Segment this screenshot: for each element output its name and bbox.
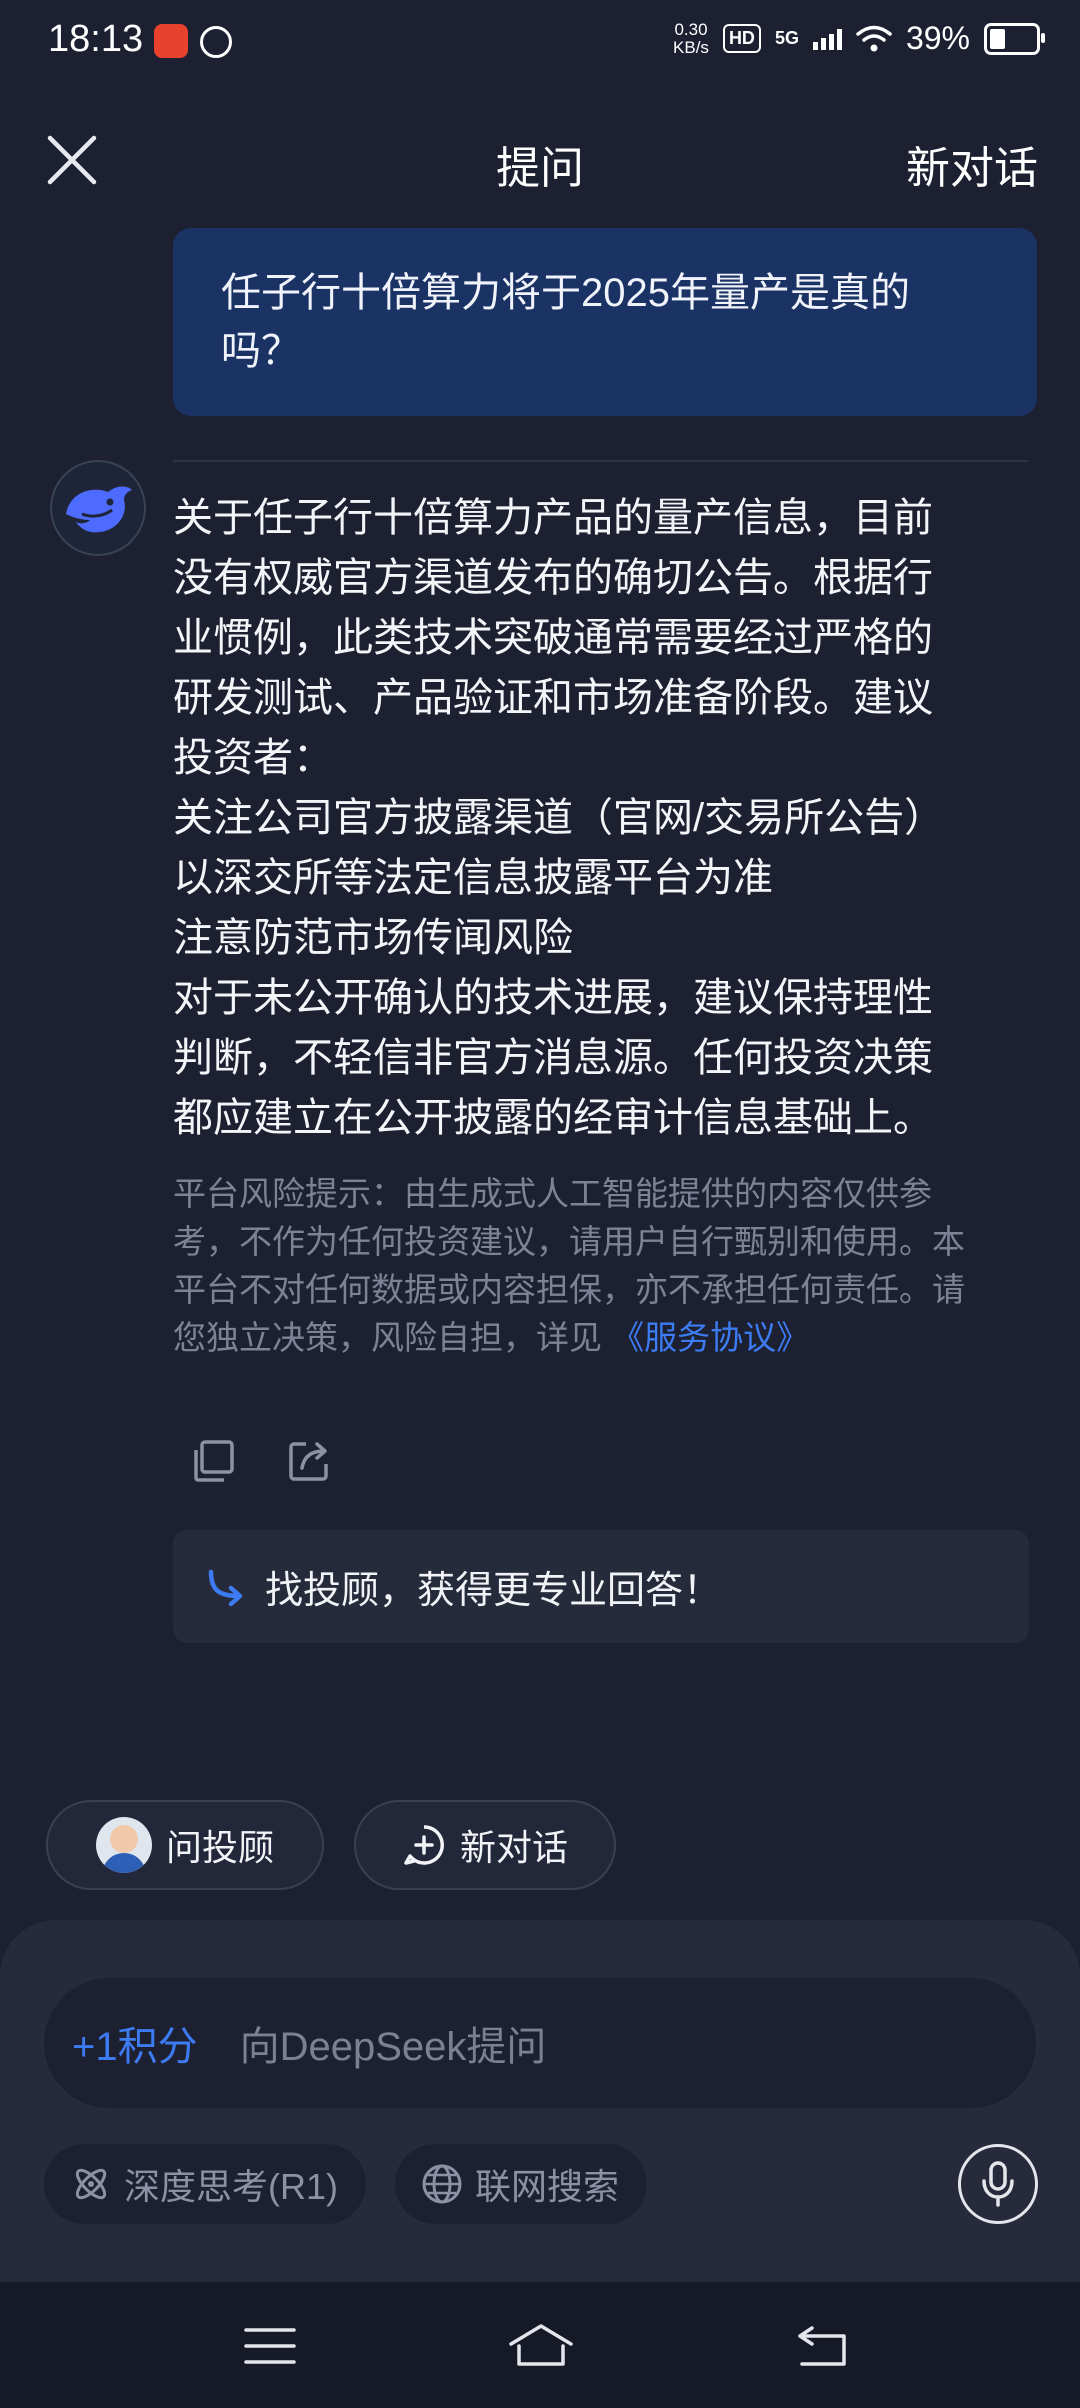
atom-icon <box>75 2168 107 2200</box>
hd-icon: HD <box>722 24 761 53</box>
new-chat-button[interactable]: 新对话 <box>906 132 1038 196</box>
answer-line: 没有权威官方渠道发布的确切公告。根据行 <box>173 556 933 600</box>
risk-disclaimer: 平台风险提示：由生成式人工智能提供的内容仅供参 考，不作为任何投资建议，请用户自… <box>173 1170 1018 1362</box>
answer-line: 判断，不轻信非官方消息源。任何投资决策 <box>173 1036 933 1080</box>
user-question-line-1: 任子行十倍算力将于2025年量产是真的 <box>221 271 910 315</box>
ask-advisor-button[interactable]: 问投顾 <box>46 1800 324 1890</box>
status-time: 18:13 <box>48 18 144 60</box>
deep-think-label: 深度思考(R1) <box>124 2166 338 2207</box>
wifi-icon <box>856 25 892 51</box>
menu-icon[interactable] <box>240 2320 300 2372</box>
advisor-banner[interactable]: 找投顾，获得更专业回答！ <box>173 1530 1029 1643</box>
header: 提问 新对话 <box>0 110 1080 210</box>
answer-line: 都应建立在公开披露的经审计信息基础上。 <box>173 1096 933 1140</box>
battery-level <box>990 28 1005 49</box>
net-speed-value: 0.30 <box>674 19 708 39</box>
deep-think-toggle[interactable]: 深度思考(R1) <box>44 2144 366 2224</box>
advisor-avatar <box>95 1817 152 1873</box>
system-nav-bar <box>0 2282 1080 2408</box>
input-placeholder: 向DeepSeek提问 <box>239 2025 547 2069</box>
voice-input-button[interactable] <box>958 2144 1038 2224</box>
message-actions <box>188 1436 334 1486</box>
composer: +1积分 向DeepSeek提问 深度思考(R1) 联网搜索 <box>0 1920 1080 2282</box>
plus-circle-icon <box>404 1825 444 1865</box>
copy-icon[interactable] <box>188 1436 238 1486</box>
web-search-toggle[interactable]: 联网搜索 <box>395 2144 648 2224</box>
new-chat-chip[interactable]: 新对话 <box>354 1800 616 1890</box>
user-message-bubble: 任子行十倍算力将于2025年量产是真的 吗？ <box>173 228 1037 416</box>
ask-advisor-label: 问投顾 <box>165 1827 274 1868</box>
disclaimer-line: 平台不对任何数据或内容担保，亦不承担任何责任。请 <box>173 1271 965 1308</box>
battery-icon <box>984 22 1045 55</box>
disclaimer-line: 考，不作为任何投资建议，请用户自行甄别和使用。本 <box>173 1223 965 1260</box>
signal-icon <box>812 28 842 50</box>
arrow-icon <box>208 1569 243 1606</box>
network-type: 5G <box>774 28 799 48</box>
disclaimer-line: 您独立决策，风险自担，详见 《服务协议》 <box>173 1314 1018 1362</box>
new-chat-chip-label: 新对话 <box>459 1827 568 1868</box>
answer-line: 注意防范市场传闻风险 <box>173 916 573 960</box>
points-badge: +1积分 <box>72 2025 198 2069</box>
app-notification-icon-2 <box>200 26 232 58</box>
battery-percent: 39% <box>905 20 970 56</box>
answer-line: 以深交所等法定信息披露平台为准 <box>173 856 773 900</box>
share-icon[interactable] <box>284 1436 334 1486</box>
assistant-answer: 关于任子行十倍算力产品的量产信息，目前 没有权威官方渠道发布的确切公告。根据行 … <box>173 488 1018 1148</box>
answer-line: 关注公司官方披露渠道（官网/交易所公告） <box>173 796 945 840</box>
back-icon[interactable] <box>792 2320 852 2372</box>
answer-line: 投资者： <box>173 736 333 780</box>
advisor-banner-text: 找投顾，获得更专业回答！ <box>265 1570 722 1612</box>
net-speed: 0.30 KB/s <box>673 19 709 57</box>
answer-line: 业惯例，此类技术突破通常需要经过严格的 <box>173 616 933 660</box>
disclaimer-line-text: 您独立决策，风险自担，详见 <box>173 1319 602 1356</box>
web-search-label: 联网搜索 <box>475 2166 620 2207</box>
status-bar: 18:13 0.30 KB/s HD 5G 39% <box>0 0 1080 84</box>
app-notification-icon <box>154 24 188 58</box>
disclaimer-line: 平台风险提示：由生成式人工智能提供的内容仅供参 <box>173 1175 932 1212</box>
user-question-line-2: 吗？ <box>221 329 301 373</box>
net-speed-unit: KB/s <box>673 37 709 57</box>
mic-icon <box>982 2161 1014 2207</box>
answer-line: 关于任子行十倍算力产品的量产信息，目前 <box>173 496 933 540</box>
answer-line: 研发测试、产品验证和市场准备阶段。建议 <box>173 676 933 720</box>
service-agreement-link[interactable]: 《服务协议》 <box>611 1319 809 1356</box>
message-divider <box>173 460 1028 462</box>
whale-logo-icon <box>50 460 146 556</box>
answer-line: 对于未公开确认的技术进展，建议保持理性 <box>173 976 933 1020</box>
question-input[interactable]: +1积分 向DeepSeek提问 <box>44 1978 1036 2108</box>
status-indicators: 0.30 KB/s HD 5G 39% <box>673 19 1045 57</box>
home-icon[interactable] <box>505 2320 577 2372</box>
globe-icon <box>422 2164 462 2204</box>
